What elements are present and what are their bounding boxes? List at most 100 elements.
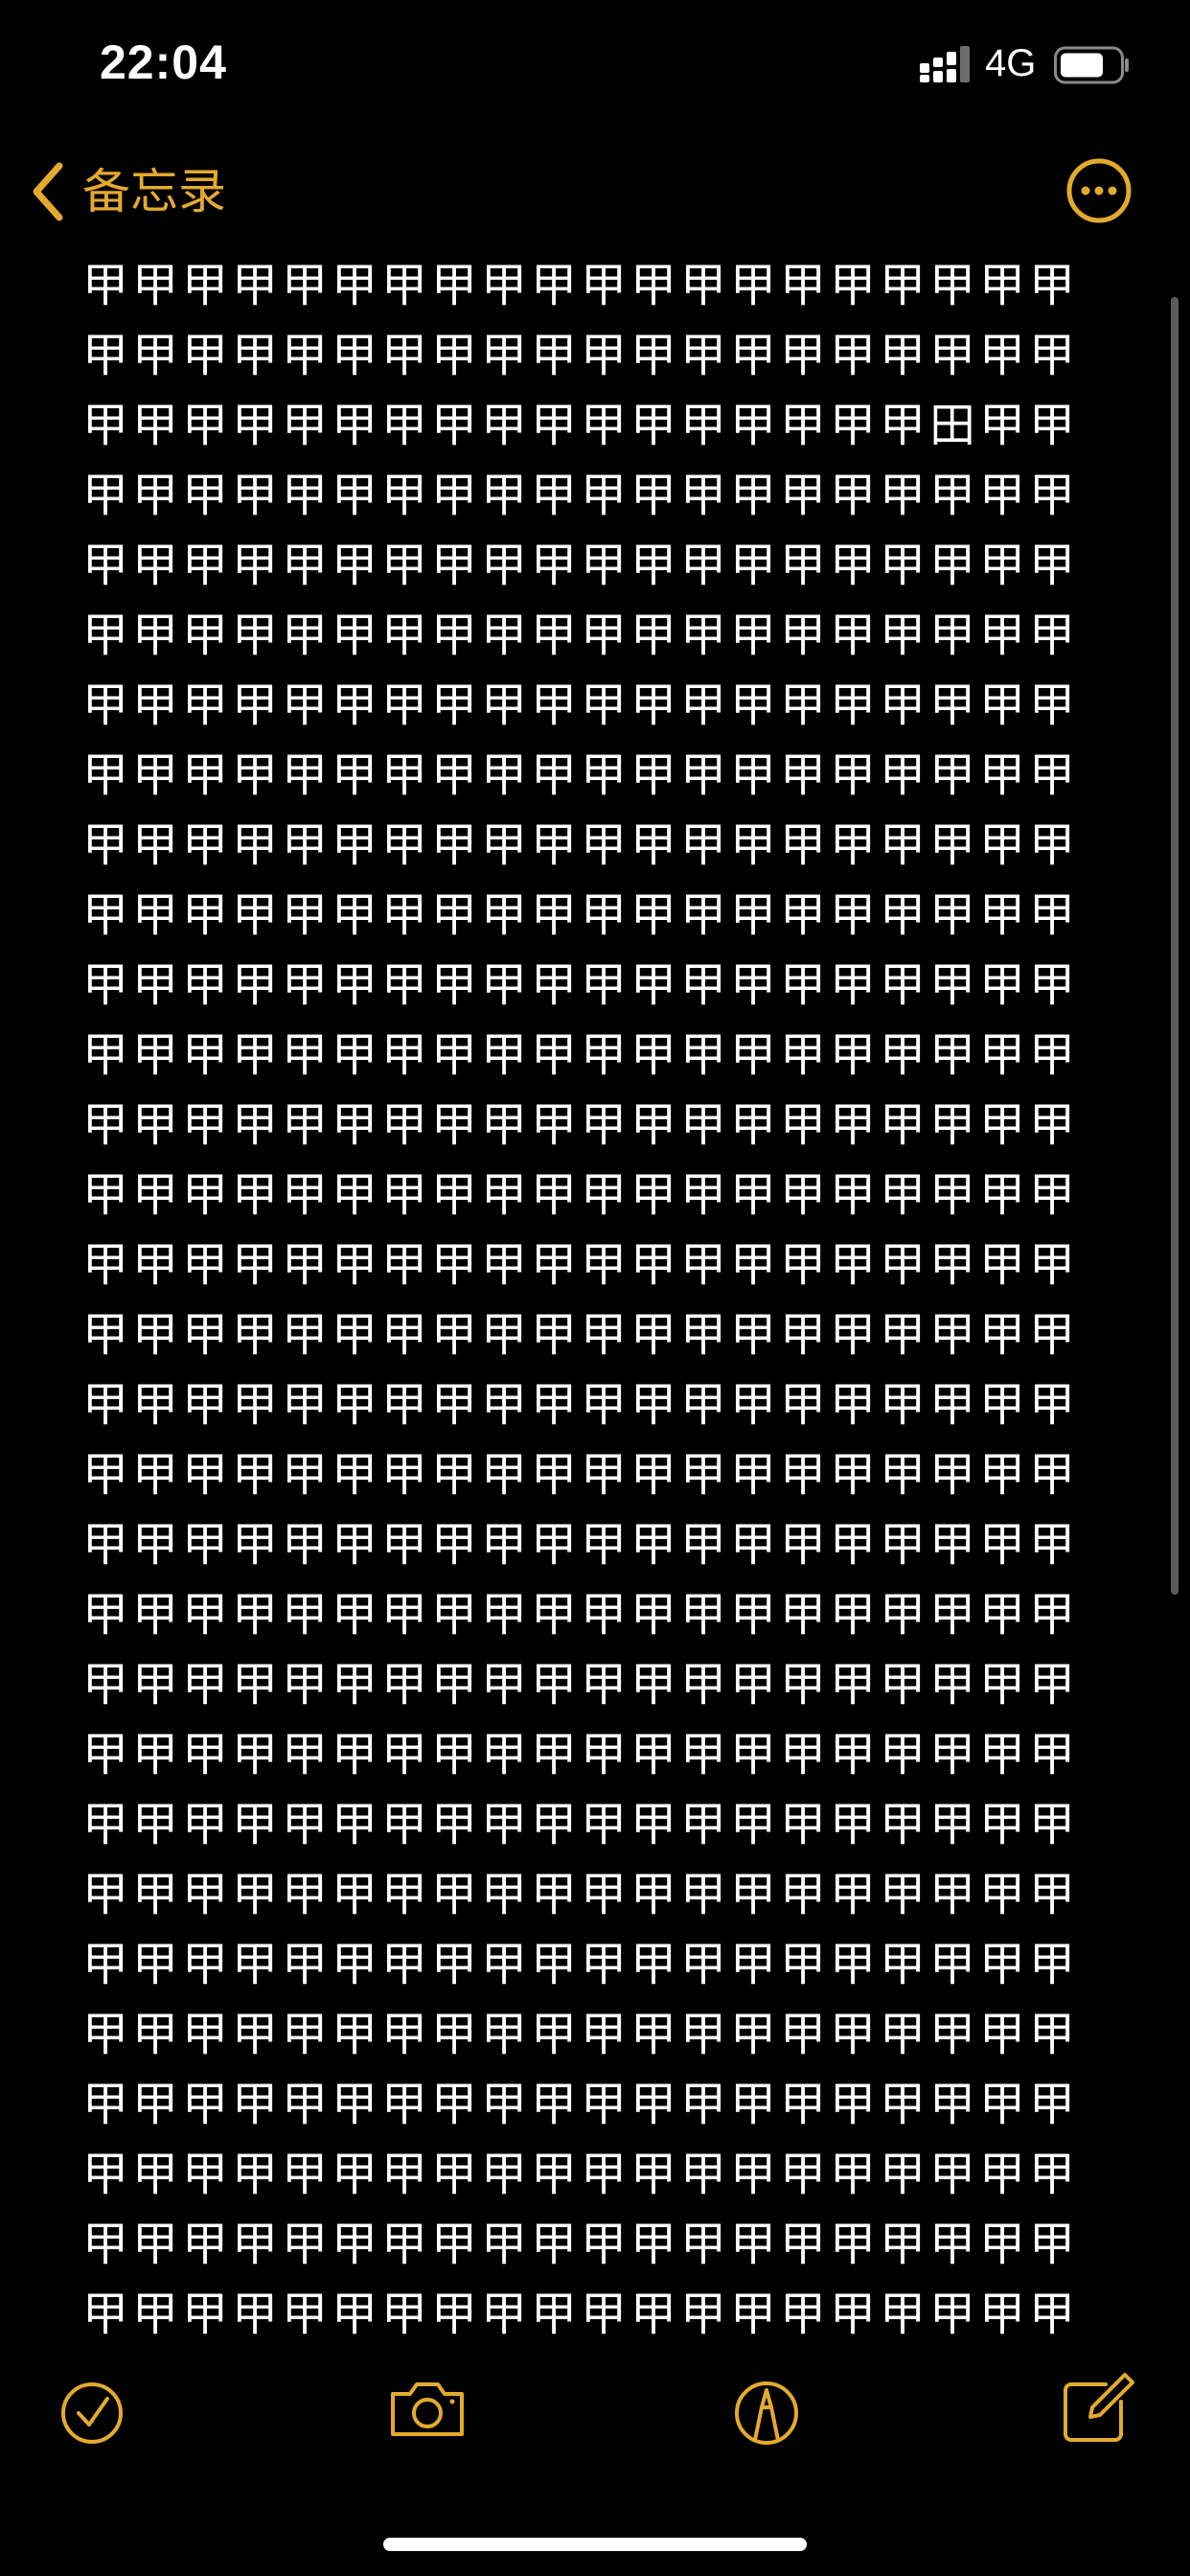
note-character: 甲 [928,1518,975,1572]
checklist-button[interactable] [59,2367,140,2448]
note-character: 甲 [430,1728,477,1782]
note-character: 甲 [779,1798,826,1852]
note-character: 甲 [978,539,1025,592]
back-button[interactable]: 备忘录 [31,151,226,232]
note-character: 甲 [779,399,826,452]
note-character: 甲 [629,1658,676,1712]
note-character: 甲 [231,2008,278,2061]
note-character: 甲 [779,958,826,1012]
note-character: 甲 [629,1868,676,1921]
note-character: 甲 [281,539,328,592]
note-character: 甲 [729,1168,776,1222]
note-character: 甲 [1028,1658,1075,1712]
note-character: 甲 [580,1238,627,1292]
note-character: 甲 [281,748,328,802]
note-character: 甲 [380,1448,427,1502]
note-character: 甲 [679,1238,726,1292]
note-character: 甲 [580,958,627,1012]
note-character: 甲 [480,1938,527,1991]
note-character: 甲 [1028,1168,1075,1222]
note-character: 甲 [779,2078,826,2131]
note-character: 甲 [879,1028,926,1082]
note-character: 甲 [928,1658,975,1712]
note-character: 甲 [331,259,378,312]
note-character: 甲 [530,1728,577,1782]
note-character: 甲 [928,1588,975,1642]
note-character: 甲 [131,1658,178,1712]
note-character: 甲 [231,888,278,942]
checklist-icon [61,2382,123,2444]
note-character: 甲 [729,399,776,452]
note-character: 甲 [978,1028,1025,1082]
note-character: 甲 [331,1308,378,1362]
note-character: 甲 [879,1518,926,1572]
note-character: 甲 [1028,469,1075,522]
note-character: 甲 [131,1588,178,1642]
note-character: 甲 [81,1938,128,1991]
note-character: 甲 [480,1518,527,1572]
note-character: 甲 [530,818,577,872]
note-character: 甲 [430,888,477,942]
note-character: 甲 [380,678,427,732]
note-character: 甲 [1028,1518,1075,1572]
note-character: 甲 [629,1168,676,1222]
note-character: 甲 [380,1238,427,1292]
note-character: 甲 [829,958,876,1012]
camera-button[interactable] [387,2367,468,2448]
note-character: 甲 [679,1588,726,1642]
note-character: 甲 [928,1098,975,1152]
note-character: 甲 [331,1238,378,1292]
note-character: 甲 [729,1728,776,1782]
note-character: 甲 [1028,2008,1075,2061]
note-character: 甲 [181,1028,228,1082]
note-character: 甲 [331,1868,378,1921]
note-character: 甲 [81,399,128,452]
note-character: 甲 [829,1098,876,1152]
note-body[interactable]: 甲甲甲甲甲甲甲甲甲甲甲甲甲甲甲甲甲甲甲甲甲甲甲甲甲甲甲甲甲甲甲甲甲甲甲甲甲甲甲甲… [80,251,1077,2359]
markup-button[interactable] [726,2367,807,2448]
note-character: 甲 [131,2078,178,2131]
note-character: 甲 [679,329,726,382]
note-character: 甲 [779,888,826,942]
note-character: 甲 [530,1448,577,1502]
note-character: 甲 [1028,888,1075,942]
note-character: 甲 [879,1658,926,1712]
note-character: 甲 [679,2148,726,2201]
home-indicator[interactable] [383,2538,807,2551]
note-character: 甲 [231,1518,278,1572]
note-character: 甲 [629,1378,676,1432]
note-character: 甲 [530,1588,577,1642]
note-character: 甲 [231,678,278,732]
compose-button[interactable] [1058,2367,1138,2448]
note-character: 甲 [978,1098,1025,1152]
note-character: 甲 [331,818,378,872]
note-character: 甲 [530,399,577,452]
note-character: 甲 [580,399,627,452]
note-character: 甲 [978,1658,1025,1712]
note-character: 甲 [131,1868,178,1921]
note-character: 甲 [879,1938,926,1991]
note-character: 甲 [131,818,178,872]
note-character: 甲 [281,1168,328,1222]
note-character: 甲 [629,1028,676,1082]
note-character: 甲 [231,748,278,802]
note-character: 甲 [480,469,527,522]
note-character: 甲 [580,1658,627,1712]
note-character: 甲 [81,678,128,732]
note-character: 甲 [281,2008,328,2061]
note-character: 甲 [331,1658,378,1712]
scroll-indicator[interactable] [1171,297,1179,1595]
note-character: 甲 [829,1798,876,1852]
note-character: 甲 [181,1938,228,1991]
note-character: 甲 [978,818,1025,872]
note-character: 甲 [480,1588,527,1642]
note-character: 甲 [928,1798,975,1852]
note-character: 甲 [1028,1378,1075,1432]
note-character: 甲 [380,329,427,382]
note-character: 甲 [978,748,1025,802]
ellipsis-circle-icon[interactable] [1065,157,1133,224]
note-character: 甲 [131,469,178,522]
note-character: 甲 [131,748,178,802]
note-character: 甲 [978,1448,1025,1502]
note-character: 甲 [729,678,776,732]
